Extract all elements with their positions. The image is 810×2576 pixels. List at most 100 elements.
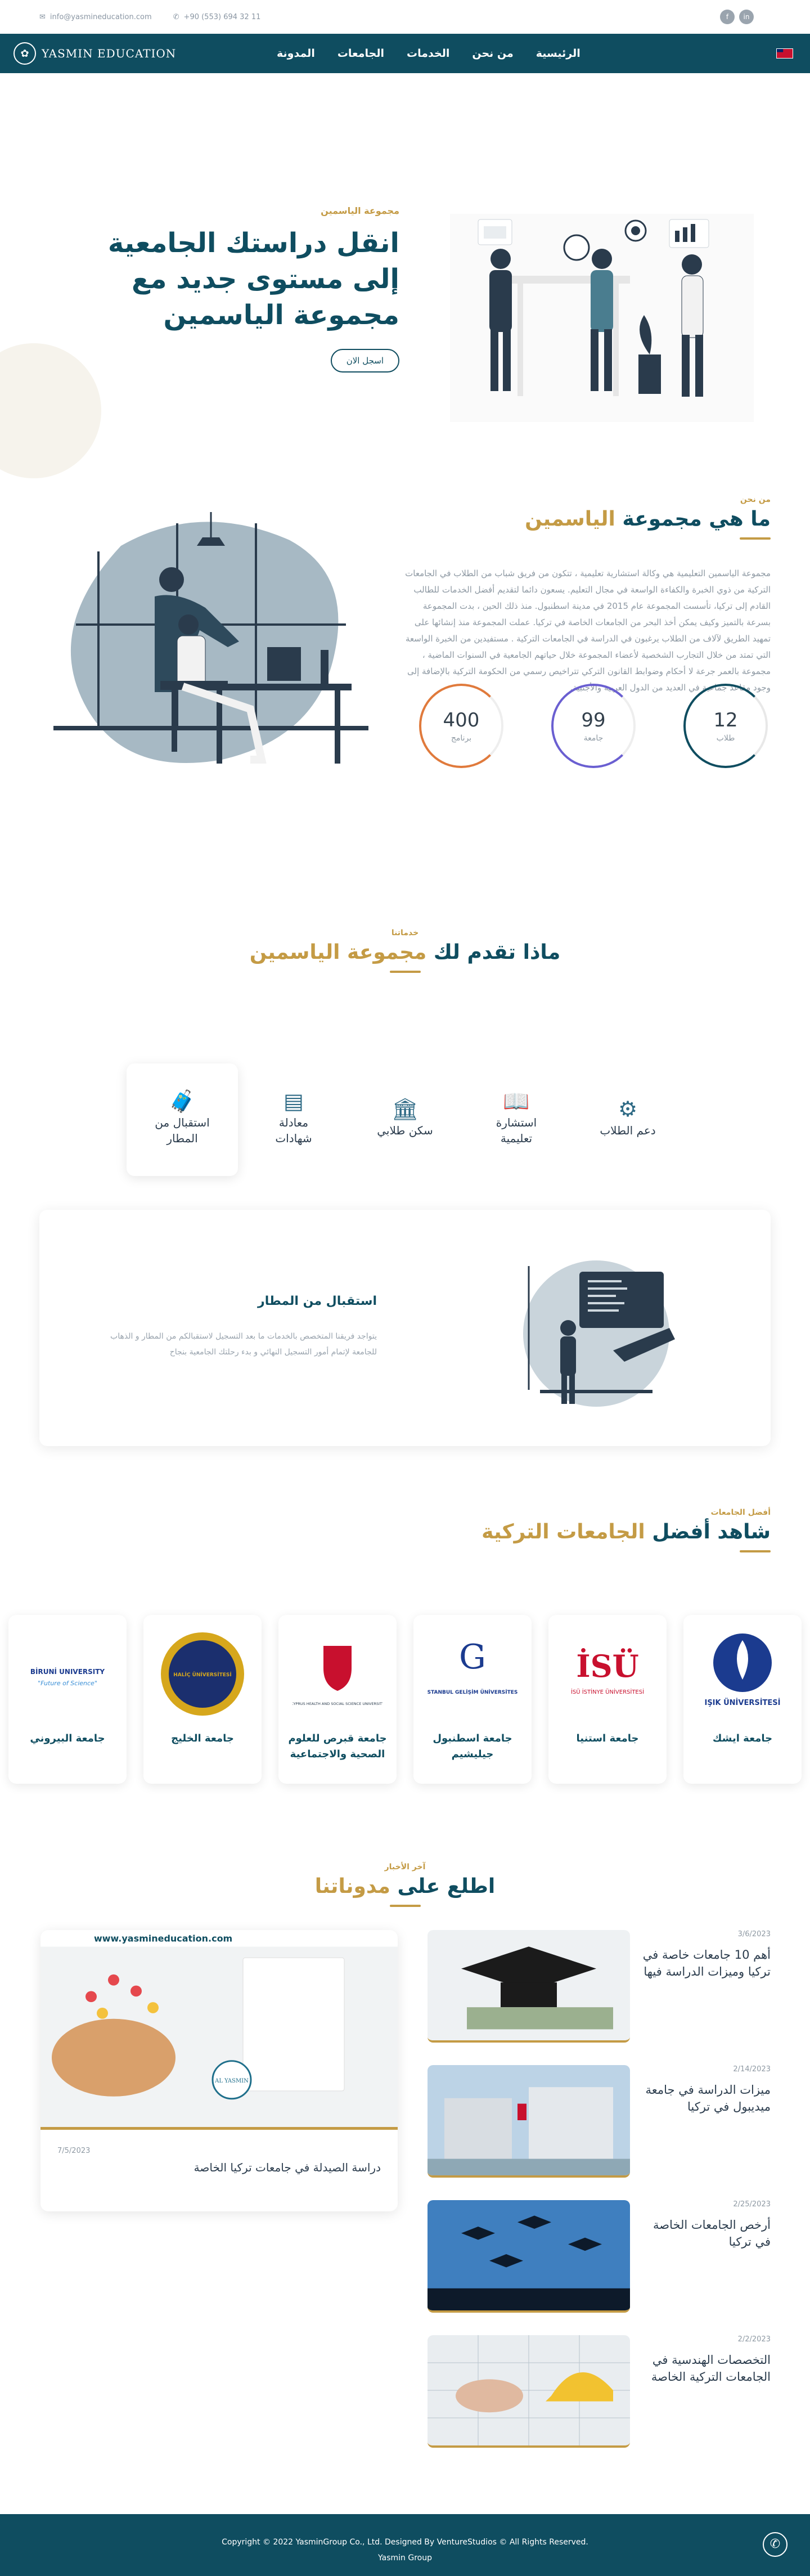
service-card-housing[interactable]: 🏛 سكن طلابي [349, 1063, 461, 1176]
featured-post-image: www.yasmineducation.com AL YASMIN [40, 1930, 398, 2130]
main-nav: ✿ YASMIN EDUCATION الرئيسية من نحن الخدم… [0, 34, 810, 73]
isik-logo-text: IŞIK ÜNİVERSİTESİ [704, 1698, 780, 1707]
svg-text:AL YASMIN: AL YASMIN [214, 2078, 249, 2084]
mail-icon: ✉ [39, 12, 46, 21]
service-card-consulting[interactable]: 📖 استشارة تعليمية [461, 1063, 572, 1176]
pharmacy-image: www.yasmineducation.com AL YASMIN [40, 1930, 398, 2127]
nav-blog[interactable]: المدونة [277, 47, 315, 60]
about-title-main: ما هي مجموعة [615, 508, 771, 531]
register-button[interactable]: اسجل الان [330, 349, 399, 373]
featured-post-meta: 7/5/2023 دراسة الصيدلة في جامعات تركيا ا… [40, 2130, 398, 2191]
service-card-airport[interactable]: 🧳 استقبال من المطار [127, 1063, 238, 1176]
blog-title: اطلع على مدوناتنا [0, 1875, 810, 1898]
service-label: سكن طلابي [377, 1124, 433, 1137]
top-bar: ✉ info@yasmineducation.com ✆ +90 (553) 6… [0, 0, 810, 34]
post-thumbnail [428, 2335, 630, 2448]
phone-icon: ✆ [173, 12, 179, 21]
svg-text:G: G [459, 1637, 486, 1677]
hero-illustration [450, 214, 754, 422]
nav-universities[interactable]: الجامعات [338, 47, 384, 60]
post-card[interactable]: 2/14/2023 ميزات الدراسة في جامعة ميديبول… [428, 2065, 771, 2200]
linkedin-icon[interactable]: in [739, 10, 754, 24]
halic-logo-icon: HALİÇ ÜNİVERSİTESİ [161, 1632, 244, 1716]
universities-title: شاهد أفضل الجامعات التركية [482, 1520, 771, 1543]
featured-post-card[interactable]: www.yasmineducation.com AL YASMIN 7/5/20… [40, 1930, 398, 2211]
stat-universities: 99 جامعة [551, 684, 636, 768]
title-underline [740, 537, 771, 540]
about-illustration [53, 512, 368, 764]
support-icon: ⚙ [618, 1097, 638, 1121]
post-date: 2/14/2023 [733, 2065, 771, 2074]
post-card[interactable]: 2/2/2023 التخصصات الهندسية في الجامعات ا… [428, 2335, 771, 2470]
title-underline [740, 1550, 771, 1552]
about-section: من نحن ما هي مجموعة الياسمين مجموعة اليا… [0, 456, 810, 861]
post-card[interactable]: 2/25/2023 أرخص الجامعات الخاصة في تركيا [428, 2200, 771, 2335]
social-links: f in [720, 10, 754, 24]
nav-services[interactable]: الخدمات [407, 47, 449, 60]
universities-section: أفضل الجامعات شاهد أفضل الجامعات التركية… [0, 1446, 810, 1795]
university-card[interactable]: IŞIK ÜNİVERSİTESİ جامعة ايشك [683, 1615, 802, 1784]
site-url-text: www.yasmineducation.com [94, 1933, 232, 1944]
services-title-gold: مجموعة الياسمين [249, 941, 427, 964]
email-text: info@yasmineducation.com [50, 12, 152, 21]
stat-programs: 400 برنامج [419, 684, 503, 768]
post-meta: 2/14/2023 ميزات الدراسة في جامعة ميديبول… [641, 2065, 771, 2115]
nav-home[interactable]: الرئيسية [536, 47, 580, 60]
stat-students: 12 طلاب [683, 684, 768, 768]
footer-brand: Yasmin Group [378, 2553, 432, 2562]
blog-title-gold: مدوناتنا [314, 1875, 390, 1898]
university-name: جامعة الخليج [171, 1733, 234, 1744]
uk-flag-icon[interactable] [776, 48, 793, 59]
facebook-icon[interactable]: f [720, 10, 735, 24]
university-logo: G İSTANBUL GELİŞİM ÜNİVERSİTESİ [425, 1626, 520, 1722]
service-card-certificates[interactable]: ▤ معادلة شهادات [238, 1063, 349, 1176]
post-title[interactable]: أرخص الجامعات الخاصة في تركيا [641, 2216, 771, 2250]
service-label: استشارة تعليمية [496, 1116, 537, 1145]
logo-text: YASMIN EDUCATION [42, 47, 177, 60]
post-title[interactable]: ميزات الدراسة في جامعة ميديبول في تركيا [641, 2081, 771, 2115]
post-meta: 3/6/2023 أهم 10 جامعات خاصة في تركيا ومي… [641, 1930, 771, 1980]
post-card[interactable]: 3/6/2023 أهم 10 جامعات خاصة في تركيا ومي… [428, 1930, 771, 2065]
contact-info: ✉ info@yasmineducation.com ✆ +90 (553) 6… [39, 13, 260, 21]
university-card[interactable]: G İSTANBUL GELİŞİM ÜNİVERSİTESİ جامعة اس… [413, 1615, 532, 1784]
post-date: 3/6/2023 [737, 1930, 771, 1938]
hero-text: مجموعة الياسمين انقل دراستك الجامعية إلى… [62, 205, 399, 373]
nav-about[interactable]: من نحن [472, 47, 513, 60]
post-title[interactable]: دراسة الصيدلة في جامعات تركيا الخاصة [57, 2161, 381, 2174]
graduation-cap-image [428, 1930, 630, 2040]
university-card[interactable]: İSÜ İSÜ İSTİNYE ÜNİVERSİTESİ جامعة استني… [548, 1615, 667, 1784]
about-title-gold: الياسمين [525, 508, 615, 531]
services-header: خدماتنا ماذا تقدم لك مجموعة الياسمين [0, 861, 810, 973]
university-card[interactable]: BİRUNİ UNIVERSITY "Future of Science" جا… [8, 1615, 127, 1784]
service-card-support[interactable]: ⚙ دعم الطلاب [572, 1063, 683, 1176]
about-text: من نحن ما هي مجموعة الياسمين مجموعة اليا… [405, 495, 771, 696]
engineering-image [428, 2335, 630, 2445]
phone-contact[interactable]: ✆ +90 (553) 694 32 11 [173, 13, 261, 21]
post-title[interactable]: التخصصات الهندسية في الجامعات التركية ال… [641, 2351, 771, 2385]
about-eyebrow: من نحن [740, 495, 771, 504]
stats-row: 400 برنامج 99 جامعة 12 طلاب [419, 684, 768, 768]
services-title: ماذا تقدم لك مجموعة الياسمين [0, 941, 810, 964]
university-logo: HALİÇ ÜNİVERSİTESİ [155, 1626, 250, 1722]
phone-text: +90 (553) 694 32 11 [183, 12, 261, 21]
biruni-logo-text: BİRUNİ UNIVERSITY [30, 1667, 105, 1676]
dorm-icon: 🏛 [391, 1097, 419, 1121]
blog-eyebrow: آخر الأخبار [384, 1863, 426, 1872]
email-contact[interactable]: ✉ info@yasmineducation.com [39, 13, 152, 21]
university-name: جامعة استنيا [576, 1733, 639, 1744]
universities-title-main: شاهد أفضل [645, 1520, 771, 1543]
svg-text:İSÜ: İSÜ [576, 1648, 638, 1684]
footer: Copyright © 2022 YasminGroup Co., Ltd. D… [0, 2514, 810, 2576]
logo[interactable]: ✿ YASMIN EDUCATION [14, 42, 176, 65]
nav-menu: الرئيسية من نحن الخدمات الجامعات المدونة [277, 47, 580, 60]
cyprus-logo-icon: CYPRUS HEALTH AND SOCIAL SCIENCE UNIVERS… [292, 1646, 382, 1706]
book-icon: 📖 [503, 1089, 530, 1114]
istinye-logo-text: İSÜ İSTİNYE ÜNİVERSİTESİ [571, 1688, 644, 1695]
whatsapp-icon[interactable]: ✆ [763, 2532, 788, 2557]
university-card[interactable]: HALİÇ ÜNİVERSİTESİ جامعة الخليج [143, 1615, 262, 1784]
service-detail-text: استقبال من المطار يتواجد فريقنا المتخصص … [96, 1294, 377, 1360]
airport-illustration [523, 1260, 675, 1407]
post-title[interactable]: أهم 10 جامعات خاصة في تركيا وميزات الدرا… [641, 1946, 771, 1980]
university-card[interactable]: CYPRUS HEALTH AND SOCIAL SCIENCE UNIVERS… [278, 1615, 397, 1784]
post-thumbnail [428, 2065, 630, 2178]
